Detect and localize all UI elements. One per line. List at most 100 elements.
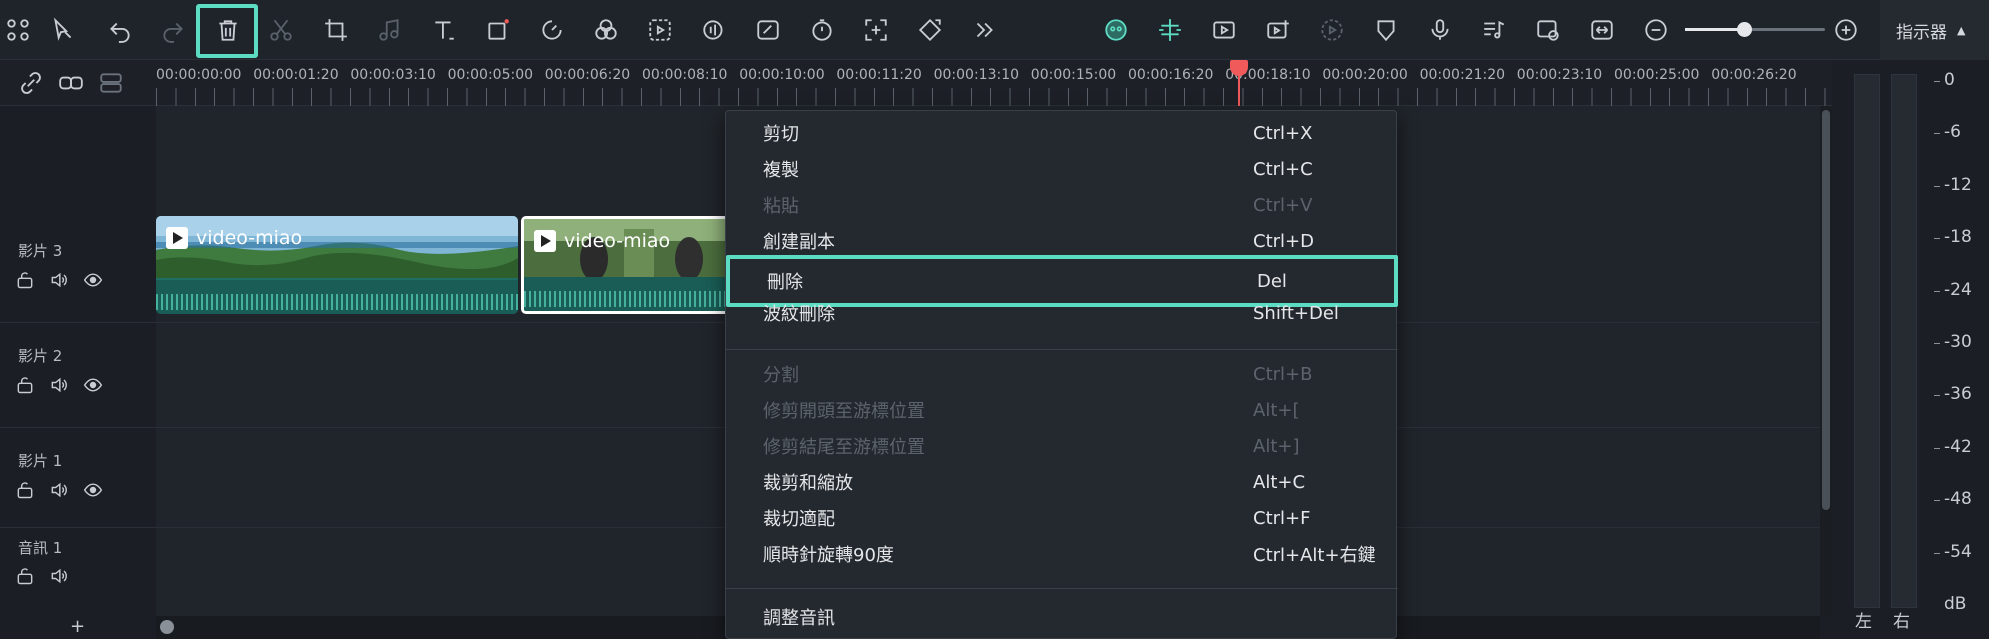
timer-icon[interactable] — [804, 12, 840, 48]
menu-item[interactable]: 裁切適配 Ctrl+F — [726, 500, 1398, 536]
ai-mascot-icon[interactable] — [1098, 12, 1134, 48]
shield-icon[interactable] — [1368, 12, 1404, 48]
meter-right-label: 右 — [1893, 612, 1910, 632]
ruler-timecode: 00:00:01:20 — [253, 67, 339, 83]
video-clip-icon — [534, 230, 556, 252]
meter-scale-label: -48 — [1944, 489, 1972, 510]
menu-item[interactable]: 裁剪和縮放 Alt+C — [726, 464, 1398, 500]
video-editor-window: 指示器 ▲ 00:00:00:00 00:00:01:20 00:00:03:10 0… — [0, 0, 1989, 639]
ruler-timecode: 00:00:05:00 — [447, 67, 534, 83]
lock-icon[interactable] — [15, 566, 35, 586]
eye-icon[interactable] — [83, 375, 103, 395]
microphone-icon[interactable] — [1422, 12, 1458, 48]
eye-icon[interactable] — [83, 270, 103, 290]
speaker-icon[interactable] — [49, 270, 69, 290]
ruler-timecode: 00:00:23:10 — [1516, 67, 1603, 83]
add-track-button[interactable]: + — [70, 616, 85, 637]
menu-item-shortcut: Ctrl+D — [1253, 230, 1314, 252]
zoom-in-icon[interactable] — [1828, 12, 1864, 48]
preview-icon[interactable] — [1530, 12, 1566, 48]
select-arrow-icon[interactable] — [45, 12, 81, 48]
clip-title: video-miao — [166, 227, 302, 249]
speaker-icon[interactable] — [49, 480, 69, 500]
menu-item-shortcut: Ctrl+V — [1253, 194, 1313, 216]
scissors-icon[interactable] — [263, 12, 299, 48]
video-clip-selected[interactable]: video-miao — [521, 216, 731, 314]
timeline-tools — [0, 60, 156, 106]
meter-scale-label: -42 — [1944, 436, 1972, 457]
more-icon[interactable] — [966, 12, 1002, 48]
music-list-icon[interactable] — [1476, 12, 1512, 48]
lock-icon[interactable] — [15, 375, 35, 395]
menu-item[interactable]: 順時針旋轉90度 Ctrl+Alt+右鍵 — [726, 536, 1398, 572]
ai-edit-icon[interactable] — [750, 12, 786, 48]
audio-waveform — [524, 277, 728, 311]
toolbar — [0, 0, 1880, 60]
eye-icon[interactable] — [83, 480, 103, 500]
color-icon[interactable] — [588, 12, 624, 48]
delete-icon[interactable] — [210, 12, 246, 48]
fit-icon[interactable] — [1584, 12, 1620, 48]
meter-scale-label: -30 — [1944, 332, 1972, 352]
zoom-slider[interactable] — [1685, 22, 1825, 37]
menu-item[interactable]: 創建副本 Ctrl+D — [726, 223, 1398, 259]
vertical-scrollbar[interactable] — [1820, 106, 1832, 616]
menu-item[interactable]: 剪切 Ctrl+X — [726, 115, 1398, 151]
grid-icon[interactable] — [0, 12, 36, 48]
ruler-timecode: 00:00:13:10 — [933, 67, 1020, 83]
menu-item-label: 波紋刪除 — [763, 304, 835, 325]
track-group-icon[interactable] — [98, 70, 124, 96]
shape-icon[interactable] — [480, 12, 516, 48]
crop-icon[interactable] — [318, 12, 354, 48]
speed-icon[interactable] — [534, 12, 570, 48]
video-plus-icon[interactable] — [1260, 12, 1296, 48]
speaker-icon[interactable] — [49, 566, 69, 586]
lock-icon[interactable] — [15, 480, 35, 500]
ruler-timecode: 00:00:16:20 — [1128, 67, 1214, 83]
menu-item[interactable]: 波紋刪除 Shift+Del — [726, 295, 1398, 331]
scrollbar-knob[interactable] — [160, 620, 174, 634]
menu-item[interactable]: 複製 Ctrl+C — [726, 151, 1398, 187]
ruler-timecode: 00:00:15:00 — [1030, 67, 1117, 83]
ruler-ticks — [156, 88, 1832, 106]
redo-icon[interactable] — [155, 12, 191, 48]
lock-icon[interactable] — [15, 270, 35, 290]
meter-left-label: 左 — [1855, 612, 1872, 632]
track-controls — [15, 566, 69, 586]
indicator-tab-label: 指示器 — [1896, 22, 1947, 43]
smart-cutout-icon[interactable] — [642, 12, 678, 48]
ruler-timecode: 00:00:26:20 — [1711, 67, 1797, 83]
link-icon[interactable] — [58, 70, 84, 96]
indicator-tab[interactable]: 指示器 ▲ — [1880, 0, 1989, 60]
add-frame-icon[interactable] — [858, 12, 894, 48]
meter-scale-label: -12 — [1944, 174, 1972, 195]
meter-scale-label: dB — [1944, 594, 1967, 614]
menu-item-shortcut: Ctrl+C — [1253, 158, 1313, 180]
track-controls — [15, 480, 103, 500]
audio-icon[interactable] — [372, 12, 408, 48]
unlink-icon[interactable] — [18, 70, 44, 96]
zoom-slider-knob[interactable] — [1736, 22, 1752, 37]
menu-item: 分割 Ctrl+B — [726, 356, 1398, 392]
video-clip[interactable]: video-miao — [156, 216, 518, 314]
ai-audio-icon[interactable] — [696, 12, 732, 48]
menu-item-label: 裁剪和縮放 — [763, 473, 853, 494]
menu-item[interactable]: 調整音訊 — [726, 599, 1398, 635]
ruler-timecode: 00:00:00:00 — [156, 67, 242, 83]
scrollbar-thumb[interactable] — [1822, 110, 1830, 510]
video-ai-icon[interactable] — [1206, 12, 1242, 48]
zoom-out-icon[interactable] — [1638, 12, 1674, 48]
caret-up-icon: ▲ — [1957, 23, 1966, 37]
undo-icon[interactable] — [102, 12, 138, 48]
speaker-icon[interactable] — [49, 375, 69, 395]
menu-item-label: 刪除 — [767, 272, 803, 293]
menu-item-label: 剪切 — [763, 124, 799, 145]
keyframe-icon[interactable] — [912, 12, 948, 48]
play-check-icon[interactable] — [1314, 12, 1350, 48]
menu-item: 修剪開頭至游標位置 Alt+[ — [726, 392, 1398, 428]
timeline-ruler[interactable]: 00:00:00:00 00:00:01:20 00:00:03:10 00:00:0… — [0, 60, 1832, 106]
snap-icon[interactable] — [1152, 12, 1188, 48]
menu-item-shortcut: Alt+C — [1253, 471, 1306, 493]
text-icon[interactable] — [426, 12, 462, 48]
meter-scale-tick — [1934, 133, 1940, 135]
